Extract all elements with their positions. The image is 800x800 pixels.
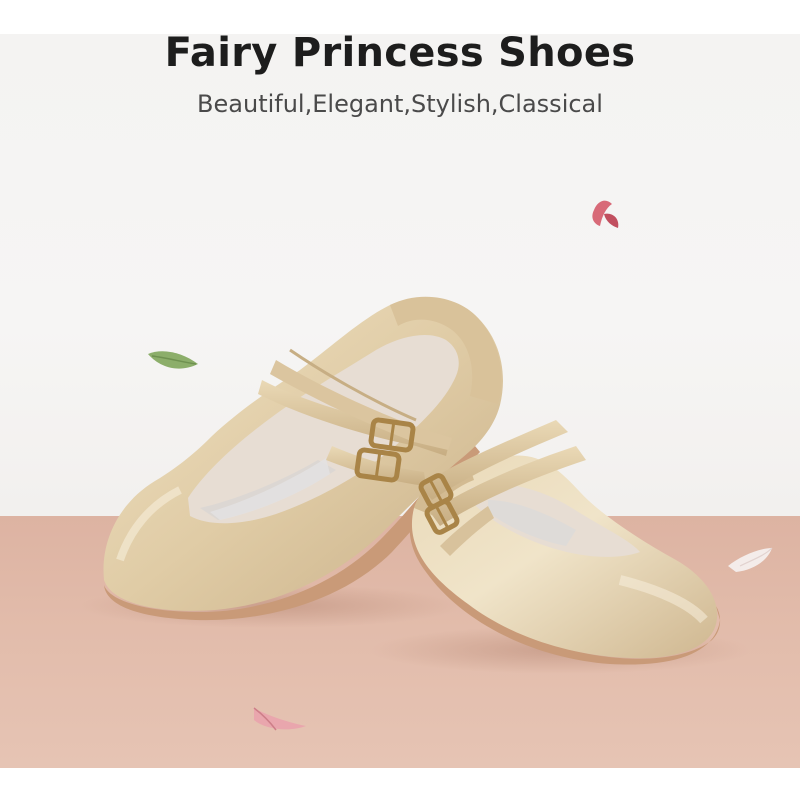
pink-petal-icon — [253, 707, 306, 731]
product-photo — [80, 200, 773, 731]
white-petal-icon — [728, 547, 773, 572]
pink-petal-icon — [592, 200, 619, 228]
green-leaf-icon — [148, 351, 198, 369]
page-subtitle-overlay: Beautiful,Elegant,Stylish,Classical — [197, 90, 603, 118]
page-title-overlay: Fairy Princess Shoes — [164, 30, 636, 76]
